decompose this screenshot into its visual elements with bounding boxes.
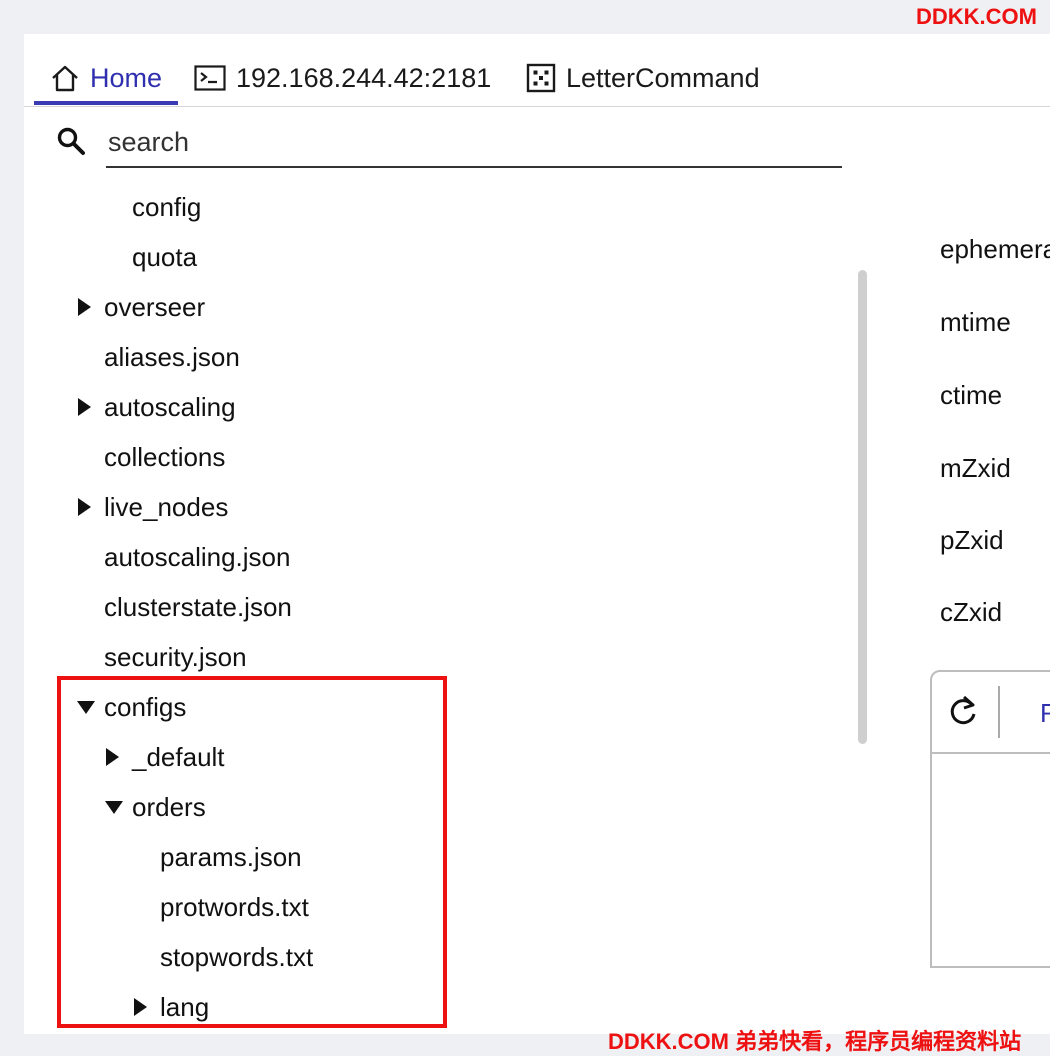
tree-node-collections[interactable]: collections <box>104 432 225 482</box>
tab-letter-command[interactable]: LetterCommand <box>526 58 760 98</box>
prop-label-mzxid: mZxid <box>940 453 1011 483</box>
toolbar-tab-label[interactable]: R <box>1040 698 1050 729</box>
tree-node-stopwords-txt[interactable]: stopwords.txt <box>160 932 313 982</box>
tree-node-label: aliases.json <box>104 341 240 372</box>
tree-node-live-nodes[interactable]: live_nodes <box>76 482 228 532</box>
caret-down-icon[interactable] <box>76 699 104 715</box>
data-panel: R <box>930 670 1050 968</box>
dice-icon <box>526 63 556 93</box>
tree-node-label: protwords.txt <box>160 891 309 922</box>
home-icon <box>50 63 80 93</box>
tree-node-configs[interactable]: configs <box>76 682 186 732</box>
prop-label-mtime: mtime <box>940 307 1011 337</box>
tree-node-lang[interactable]: lang <box>132 982 209 1032</box>
tab-home[interactable]: Home <box>50 58 162 98</box>
tree-node-label: params.json <box>160 841 302 872</box>
tree-node-label: configs <box>104 691 187 722</box>
tab-label: LetterCommand <box>566 62 760 93</box>
tree-node-label: config <box>132 191 202 222</box>
caret-right-icon[interactable] <box>104 747 132 767</box>
tree-node-quota[interactable]: quota <box>132 232 197 282</box>
tab-bar: Home 192.168.244.42:2181 LetterCommand <box>24 34 1050 107</box>
search-input[interactable] <box>106 118 842 168</box>
tree-node-config[interactable]: config <box>132 182 201 232</box>
tree-node-label: lang <box>160 991 210 1022</box>
terminal-icon <box>194 65 226 91</box>
prop-label-ephemeral: ephemera <box>940 234 1050 264</box>
tree-node-label: clusterstate.json <box>104 591 292 622</box>
tree-node-default[interactable]: _default <box>104 732 225 782</box>
active-tab-indicator <box>34 101 178 105</box>
tree-node-label: live_nodes <box>104 491 229 522</box>
watermark-bottom: DDKK.COM 弟弟快看，程序员编程资料站 <box>608 1029 1022 1054</box>
tab-label: 192.168.244.42:2181 <box>236 62 492 93</box>
tree-node-label: stopwords.txt <box>160 941 314 972</box>
caret-right-icon[interactable] <box>76 497 104 517</box>
tree-node-security-json[interactable]: security.json <box>104 632 247 682</box>
tree-node-label: security.json <box>104 641 247 672</box>
caret-right-icon[interactable] <box>76 297 104 317</box>
app-window: Home 192.168.244.42:2181 LetterCommand c… <box>24 34 1050 1034</box>
search-icon <box>56 126 86 161</box>
panel-toolbar: R <box>932 672 1050 754</box>
tab-connection[interactable]: 192.168.244.42:2181 <box>194 58 491 98</box>
tree-node-label: _default <box>132 741 225 772</box>
caret-right-icon[interactable] <box>76 397 104 417</box>
tree-node-label: collections <box>104 441 226 472</box>
prop-label-ctime: ctime <box>940 380 1003 410</box>
tree-node-orders[interactable]: orders <box>104 782 206 832</box>
tree-node-clusterstate-json[interactable]: clusterstate.json <box>104 582 292 632</box>
tree-node-autoscaling-json[interactable]: autoscaling.json <box>104 532 290 582</box>
tree-node-label: orders <box>132 791 206 822</box>
tree-node-label: autoscaling <box>104 391 236 422</box>
prop-label-czxid: cZxid <box>940 597 1003 627</box>
tree-node-autoscaling[interactable]: autoscaling <box>76 382 236 432</box>
toolbar-divider <box>998 686 1000 738</box>
caret-right-icon[interactable] <box>132 997 160 1017</box>
tree-node-label: quota <box>132 241 198 272</box>
tree-node-label: overseer <box>104 291 206 322</box>
tree-node-aliases-json[interactable]: aliases.json <box>104 332 240 382</box>
tree-scrollbar[interactable] <box>858 270 867 744</box>
tree-node-label: autoscaling.json <box>104 541 291 572</box>
watermark-top: DDKK.COM <box>916 4 1037 29</box>
tree-node-params-json[interactable]: params.json <box>160 832 302 882</box>
tree-node-protwords-txt[interactable]: protwords.txt <box>160 882 309 932</box>
tab-label: Home <box>90 62 163 93</box>
caret-down-icon[interactable] <box>104 799 132 815</box>
tree-node-overseer[interactable]: overseer <box>76 282 205 332</box>
refresh-icon[interactable] <box>948 694 978 733</box>
prop-label-pzxid: pZxid <box>940 525 1004 555</box>
